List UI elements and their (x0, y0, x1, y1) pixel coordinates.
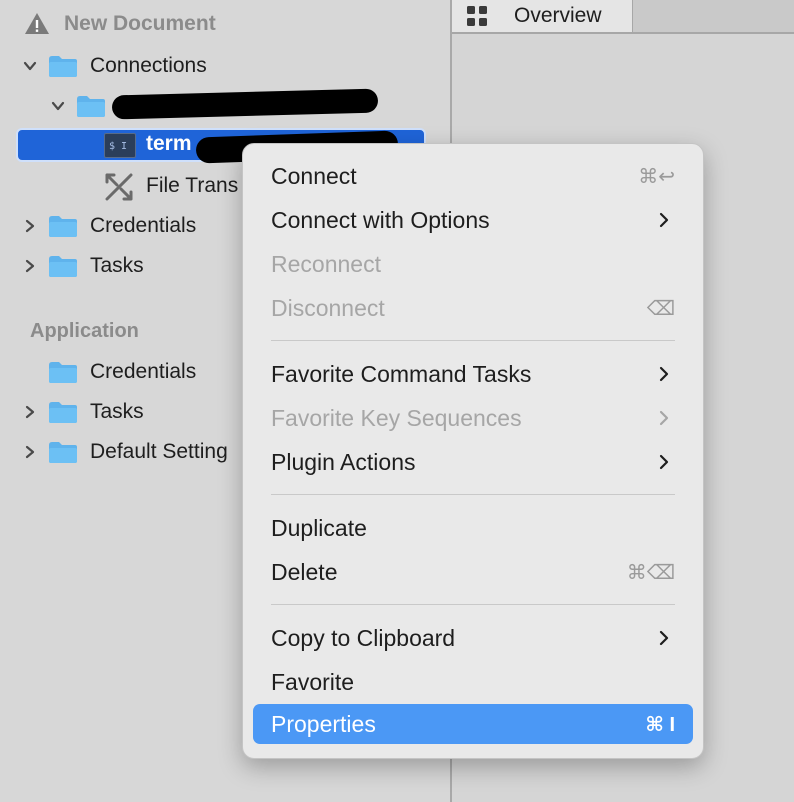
warning-icon (25, 13, 49, 34)
redaction-mark (111, 88, 379, 120)
chevron-right-icon (659, 454, 669, 470)
folder-icon (48, 214, 78, 238)
tree-item-app-default-settings[interactable]: Default Setting (20, 434, 228, 470)
chevron-down-icon[interactable] (48, 99, 68, 113)
chevron-right-icon[interactable] (20, 219, 40, 233)
folder-icon (48, 400, 78, 424)
document-header[interactable]: New Document (24, 12, 216, 36)
menu-item-properties[interactable]: Properties ⌘ I (253, 704, 693, 744)
chevron-right-icon[interactable] (20, 259, 40, 273)
menu-item-disconnect[interactable]: Disconnect ⌫ (253, 288, 693, 328)
shortcut-label: ⌫ (646, 297, 675, 320)
menu-item-duplicate[interactable]: Duplicate (253, 508, 693, 548)
chevron-right-icon[interactable] (20, 445, 40, 459)
folder-icon (48, 440, 78, 464)
tree-item-label: Tasks (90, 400, 144, 423)
section-header-application: Application (30, 320, 139, 342)
tree-item-app-tasks[interactable]: Tasks (20, 394, 144, 430)
tree-item-app-credentials[interactable]: Credentials (20, 354, 196, 390)
chevron-right-icon (659, 630, 669, 646)
shortcut-label: ⌘↩ (638, 165, 675, 188)
menu-separator (271, 340, 675, 341)
tree-item-connection-folder[interactable] (48, 88, 118, 124)
tree-item-label: Credentials (90, 360, 197, 383)
chevron-right-icon (659, 212, 669, 228)
context-menu: Connect ⌘↩ Connect with Options Reconnec… (242, 143, 704, 759)
file-transfer-icon (105, 173, 133, 201)
tree-item-label: Credentials (90, 214, 197, 237)
menu-item-delete[interactable]: Delete ⌘⌫ (253, 552, 693, 592)
menu-item-plugin-actions[interactable]: Plugin Actions (253, 442, 693, 482)
tree-item-label: Connections (90, 54, 207, 77)
tree-item-label: term (146, 132, 192, 155)
menu-item-favorite-command-tasks[interactable]: Favorite Command Tasks (253, 354, 693, 394)
menu-item-connect-with-options[interactable]: Connect with Options (253, 200, 693, 240)
chevron-down-icon[interactable] (20, 59, 40, 73)
chevron-right-icon (659, 366, 669, 382)
chevron-right-icon (659, 410, 669, 426)
tree-item-label: Default Setting (90, 440, 228, 463)
tree-item-tasks[interactable]: Tasks (20, 248, 144, 284)
menu-item-favorite-key-sequences[interactable]: Favorite Key Sequences (253, 398, 693, 438)
folder-icon (48, 254, 78, 278)
chevron-right-icon[interactable] (20, 405, 40, 419)
folder-icon (76, 94, 106, 118)
folder-icon (48, 360, 78, 384)
tree-item-label: Tasks (90, 254, 144, 277)
tree-item-file-transfer[interactable]: File Trans (146, 174, 238, 198)
folder-icon (48, 54, 78, 78)
shortcut-label: ⌘ I (645, 713, 675, 736)
tab-overview[interactable]: Overview (452, 0, 633, 32)
menu-item-favorite[interactable]: Favorite (253, 662, 693, 702)
menu-item-copy-to-clipboard[interactable]: Copy to Clipboard (253, 618, 693, 658)
menu-separator (271, 494, 675, 495)
menu-separator (271, 604, 675, 605)
grid-icon (467, 6, 487, 26)
menu-item-reconnect[interactable]: Reconnect (253, 244, 693, 284)
shortcut-label: ⌘⌫ (626, 561, 675, 584)
document-title: New Document (64, 12, 216, 35)
tab-label: Overview (514, 4, 602, 27)
menu-item-connect[interactable]: Connect ⌘↩ (253, 156, 693, 196)
tree-item-connections[interactable]: Connections (20, 48, 207, 84)
tree-item-credentials[interactable]: Credentials (20, 208, 196, 244)
terminal-icon: $ I (104, 133, 136, 158)
